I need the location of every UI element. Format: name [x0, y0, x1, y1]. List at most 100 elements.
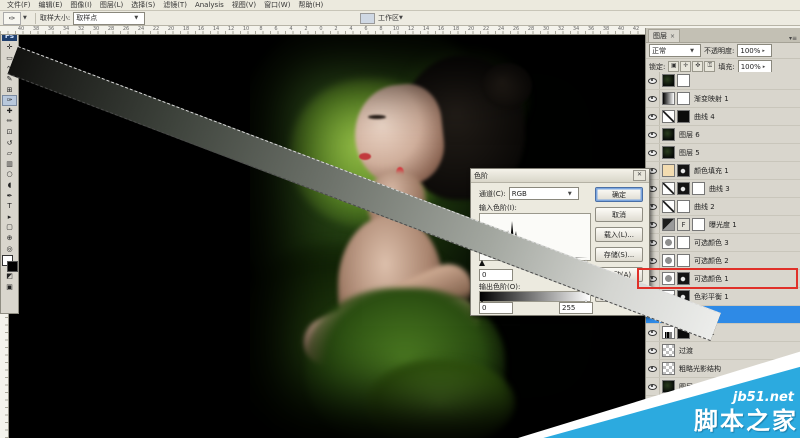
- sample-size-select[interactable]: 取样点 ▼: [73, 12, 145, 25]
- layer-thumbnail-mask-white[interactable]: [692, 218, 705, 231]
- layer-thumbnail-checker[interactable]: [662, 362, 675, 375]
- clone-stamp-tool[interactable]: ⊡: [2, 127, 17, 138]
- menu-item-7[interactable]: 视图(V): [228, 0, 260, 10]
- menu-item-0[interactable]: 文件(F): [3, 0, 35, 10]
- background-color-swatch[interactable]: [7, 261, 18, 272]
- brush-tool[interactable]: ✏: [2, 116, 17, 127]
- layer-thumbnail-hist[interactable]: [662, 326, 675, 339]
- layer-thumbnail-mask-white[interactable]: [677, 200, 690, 213]
- layer-row-曝光度 1[interactable]: F曝光度 1: [646, 216, 800, 234]
- channel-select[interactable]: RGB ▼: [509, 187, 579, 200]
- layer-row-色阶 1[interactable]: 色阶 1: [646, 324, 800, 342]
- layer-row-hidden-0[interactable]: [646, 72, 800, 90]
- eraser-tool[interactable]: ▱: [2, 148, 17, 159]
- layer-thumbnail-checker[interactable]: [662, 344, 675, 357]
- save-button[interactable]: 存储(S)...: [595, 247, 643, 262]
- screen-mode-button[interactable]: ▣: [2, 281, 17, 292]
- lock-icon-2[interactable]: ✜: [692, 61, 703, 72]
- visibility-toggle[interactable]: [646, 342, 660, 359]
- shape-tool[interactable]: ▢: [2, 222, 17, 233]
- cancel-button[interactable]: 取消: [595, 207, 643, 222]
- ok-button[interactable]: 确定: [595, 187, 643, 202]
- lock-icons[interactable]: ▣✛✜⚿: [668, 61, 715, 72]
- visibility-toggle[interactable]: [646, 360, 660, 377]
- layer-row-可选颜色 3[interactable]: 可选颜色 3: [646, 234, 800, 252]
- menu-item-3[interactable]: 图层(L): [96, 0, 127, 10]
- layer-thumbnail-mask-white[interactable]: [677, 254, 690, 267]
- effects-badge[interactable]: F: [677, 218, 690, 231]
- layer-thumbnail-mask-figure[interactable]: [677, 164, 690, 177]
- blur-tool[interactable]: ○: [2, 169, 17, 180]
- layer-thumbnail-photo-dark[interactable]: [662, 416, 675, 429]
- eyedropper-tool[interactable]: ✑: [2, 95, 17, 106]
- lock-icon-0[interactable]: ▣: [668, 61, 679, 72]
- gradient-tool[interactable]: ▥: [2, 159, 17, 170]
- layer-thumbnail-mask-black[interactable]: [677, 110, 690, 123]
- tab-layers[interactable]: 图层 ×: [648, 29, 680, 42]
- type-tool[interactable]: T: [2, 201, 17, 212]
- dodge-tool[interactable]: ◖: [2, 180, 17, 191]
- workspace-switcher[interactable]: 工作区 ▼: [360, 12, 407, 24]
- layer-thumbnail-selective[interactable]: [662, 236, 675, 249]
- layer-thumbnail-gradient[interactable]: [662, 92, 675, 105]
- visibility-toggle[interactable]: [646, 324, 660, 341]
- color-swatches[interactable]: [2, 255, 17, 271]
- layer-thumbnail-mask-white[interactable]: [692, 182, 705, 195]
- layer-row-图层 2[interactable]: 图层 2: [646, 378, 800, 396]
- blend-mode-select[interactable]: 正常 ▼: [649, 44, 701, 57]
- layer-thumbnail-curve[interactable]: [662, 110, 675, 123]
- history-brush-tool[interactable]: ↺: [2, 137, 17, 148]
- quick-mask-button[interactable]: ◩: [2, 271, 17, 282]
- opacity-field[interactable]: 100% ▸: [737, 44, 772, 57]
- menu-item-2[interactable]: 图像(I): [66, 0, 96, 10]
- layer-row-曲线 4[interactable]: 曲线 4: [646, 108, 800, 126]
- layer-row-图层 5[interactable]: 图层 5: [646, 144, 800, 162]
- layer-thumbnail-mask-white[interactable]: [677, 236, 690, 249]
- layer-row-去污[interactable]: 去污: [646, 396, 800, 414]
- layer-row-曲线 3[interactable]: 曲线 3: [646, 180, 800, 198]
- visibility-toggle[interactable]: [646, 72, 660, 89]
- close-icon[interactable]: ✕: [633, 170, 646, 181]
- visibility-toggle[interactable]: [646, 414, 660, 431]
- layer-row-渐变映射 1[interactable]: 渐变映射 1: [646, 90, 800, 108]
- layer-thumbnail-photo-dark[interactable]: [662, 128, 675, 141]
- layer-thumbnail-photo-dark[interactable]: [662, 74, 675, 87]
- healing-brush-tool[interactable]: ✚: [2, 106, 17, 117]
- panel-menu-icon[interactable]: ▾≡: [789, 35, 797, 42]
- visibility-toggle[interactable]: [646, 396, 660, 413]
- visibility-toggle[interactable]: [646, 108, 660, 125]
- layer-row-图层 6[interactable]: 图层 6: [646, 126, 800, 144]
- menu-item-4[interactable]: 选择(S): [127, 0, 159, 10]
- layer-thumbnail-photo-dark[interactable]: [662, 398, 675, 411]
- output-highlight-field[interactable]: 255: [559, 302, 593, 314]
- menu-item-8[interactable]: 窗口(W): [260, 0, 294, 10]
- path-selection-tool[interactable]: ▸: [2, 212, 17, 223]
- shadow-slider[interactable]: [479, 260, 485, 266]
- layer-row-背景[interactable]: 背景: [646, 414, 800, 432]
- visibility-toggle[interactable]: [646, 126, 660, 143]
- layer-thumbnail-exposure[interactable]: [662, 218, 675, 231]
- menu-item-5[interactable]: 滤镜(T): [159, 0, 191, 10]
- lock-icon-1[interactable]: ✛: [680, 61, 691, 72]
- menu-item-6[interactable]: Analysis: [191, 1, 228, 9]
- 3d-tool[interactable]: ⊕: [2, 233, 17, 244]
- layer-thumbnail-selective[interactable]: [662, 254, 675, 267]
- layer-thumbnail-fill-beige[interactable]: [662, 164, 675, 177]
- pen-tool[interactable]: ✒: [2, 190, 17, 201]
- layer-thumbnail-mask-white[interactable]: [677, 92, 690, 105]
- layer-row-过渡[interactable]: 过渡: [646, 342, 800, 360]
- visibility-toggle[interactable]: [646, 144, 660, 161]
- layer-thumbnail-photo-dark[interactable]: [662, 380, 675, 393]
- dialog-titlebar[interactable]: 色阶 ✕: [471, 169, 649, 183]
- crop-tool[interactable]: ⊞: [2, 84, 17, 95]
- eyedropper-tool-preset[interactable]: ✑: [3, 12, 21, 25]
- layer-thumbnail-mask-figure[interactable]: [677, 182, 690, 195]
- zoom-tool[interactable]: ◎: [2, 243, 17, 254]
- output-shadow-field[interactable]: 0: [479, 302, 513, 314]
- menu-item-1[interactable]: 编辑(E): [35, 0, 67, 10]
- load-button[interactable]: 载入(L)...: [595, 227, 643, 242]
- visibility-toggle[interactable]: [646, 378, 660, 395]
- layer-thumbnail-photo-dark[interactable]: [662, 146, 675, 159]
- visibility-toggle[interactable]: [646, 90, 660, 107]
- lock-icon-3[interactable]: ⚿: [704, 61, 715, 72]
